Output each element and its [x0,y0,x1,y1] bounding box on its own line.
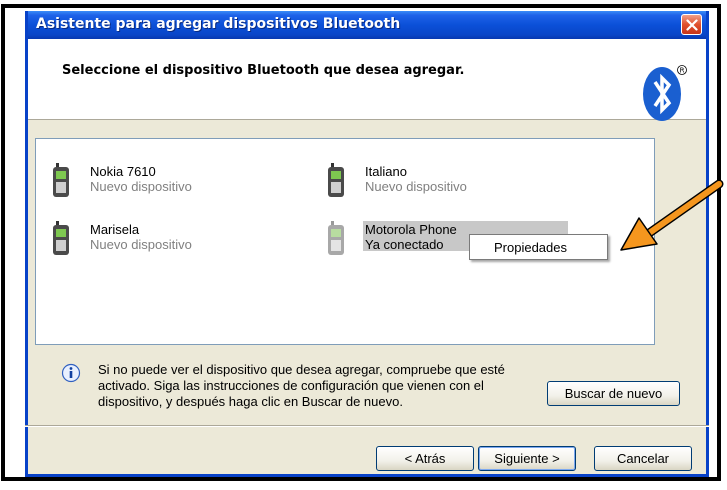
window-title: Asistente para agregar dispositivos Blue… [36,16,401,32]
footer-separator [25,425,709,427]
wizard-instruction: Seleccione el dispositivo Bluetooth que … [62,63,465,78]
back-button[interactable]: < Atrás [376,446,474,471]
device-item[interactable]: Nokia 7610 Nuevo dispositivo [50,163,290,207]
device-name: Nokia 7610 [90,164,156,179]
header-band: Seleccione el dispositivo Bluetooth que … [28,39,706,121]
close-icon [686,19,698,31]
search-again-button[interactable]: Buscar de nuevo [547,381,680,406]
title-bar[interactable]: Asistente para agregar dispositivos Blue… [28,11,706,39]
phone-icon [328,163,344,197]
context-menu-item-propiedades[interactable]: Propiedades [494,240,567,255]
device-item[interactable]: Italiano Nuevo dispositivo [325,163,565,207]
device-item[interactable]: Marisela Nuevo dispositivo [50,221,290,265]
device-status: Nuevo dispositivo [90,179,192,194]
device-name: Marisela [90,222,140,237]
annotation-arrow-icon [620,179,724,251]
cancel-button[interactable]: Cancelar [594,446,692,471]
next-button[interactable]: Siguiente > [478,446,576,471]
phone-icon [53,163,69,197]
info-icon [61,363,81,383]
phone-icon [53,221,69,255]
close-button[interactable] [681,14,702,35]
context-menu: Propiedades [469,234,608,260]
device-name: Motorola Phone [365,222,457,237]
device-status: Nuevo dispositivo [365,179,467,194]
device-status: Nuevo dispositivo [90,237,192,252]
svg-text:R: R [680,67,685,75]
phone-icon [328,221,344,255]
bluetooth-icon: R [643,65,687,121]
device-status: Ya conectado [365,237,444,252]
info-message: Si no puede ver el dispositivo que desea… [98,362,505,409]
device-name: Italiano [365,164,407,179]
